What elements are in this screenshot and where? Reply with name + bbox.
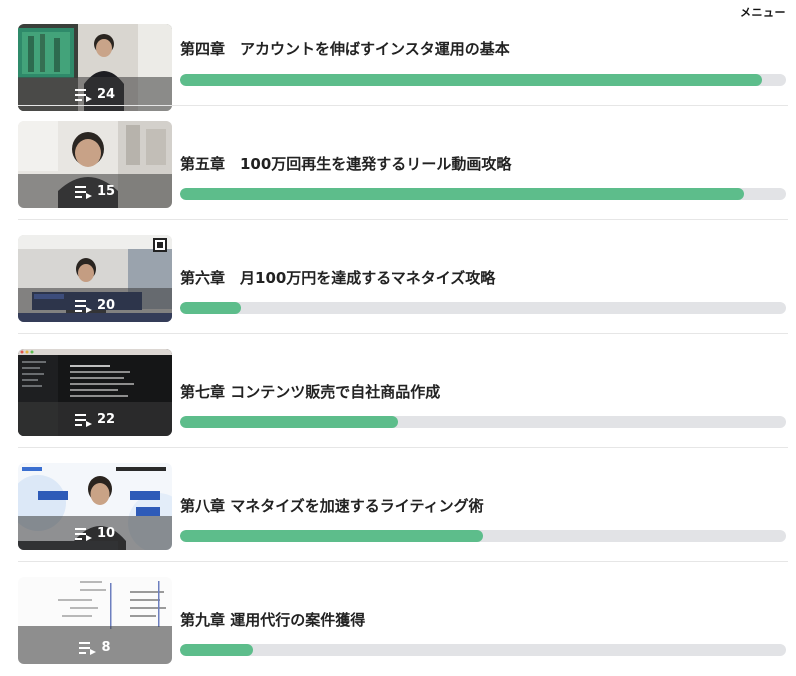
chapter-thumbnail[interactable]: 20 <box>18 235 172 322</box>
chapter-row[interactable]: 8 第九章 運用代行の案件獲得 <box>18 562 788 676</box>
video-count: 24 <box>96 87 116 102</box>
chapter-row[interactable]: 20 第六章 月100万円を達成するマネタイズ攻略 <box>18 220 788 334</box>
chapter-row[interactable]: 15 第五章 100万回再生を連発するリール動画攻略 <box>18 106 788 220</box>
progress-bar <box>180 188 786 200</box>
progress-fill <box>180 302 241 314</box>
chapter-thumbnail[interactable]: 24 <box>18 24 172 111</box>
chapter-title[interactable]: 第四章 アカウントを伸ばすインスタ運用の基本 <box>180 38 510 59</box>
progress-bar <box>180 530 786 542</box>
chapter-title[interactable]: 第五章 100万回再生を連発するリール動画攻略 <box>180 153 511 174</box>
chapter-row[interactable]: 10 第八章 マネタイズを加速するライティング術 <box>18 448 788 562</box>
progress-fill <box>180 74 762 86</box>
progress-bar <box>180 644 786 656</box>
progress-fill <box>180 644 253 656</box>
chapter-thumbnail[interactable]: 22 <box>18 349 172 436</box>
video-count: 10 <box>96 526 116 541</box>
chapter-title[interactable]: 第九章 運用代行の案件獲得 <box>180 609 365 630</box>
playlist-icon <box>74 88 92 102</box>
chapter-title[interactable]: 第六章 月100万円を達成するマネタイズ攻略 <box>180 267 495 288</box>
chapter-title[interactable]: 第七章 コンテンツ販売で自社商品作成 <box>180 381 440 402</box>
playlist-icon <box>74 527 92 541</box>
playlist-icon <box>79 641 97 655</box>
playlist-icon <box>74 299 92 313</box>
playlist-icon <box>74 185 92 199</box>
progress-bar <box>180 416 786 428</box>
progress-fill <box>180 416 399 428</box>
video-count: 22 <box>96 412 116 427</box>
chapter-row[interactable]: 24 第四章 アカウントを伸ばすインスタ運用の基本 <box>18 0 788 111</box>
progress-fill <box>180 530 483 542</box>
video-count: 15 <box>96 184 116 199</box>
chapter-row[interactable]: 22 第七章 コンテンツ販売で自社商品作成 <box>18 334 788 448</box>
video-count: 20 <box>96 298 116 313</box>
playlist-icon <box>74 413 92 427</box>
progress-bar <box>180 74 786 86</box>
chapter-title[interactable]: 第八章 マネタイズを加速するライティング術 <box>180 495 484 516</box>
chapter-thumbnail[interactable]: 15 <box>18 121 172 208</box>
video-count: 8 <box>101 640 111 655</box>
chapter-thumbnail[interactable]: 10 <box>18 463 172 550</box>
chapter-thumbnail[interactable]: 8 <box>18 577 172 664</box>
progress-bar <box>180 302 786 314</box>
progress-fill <box>180 188 744 200</box>
